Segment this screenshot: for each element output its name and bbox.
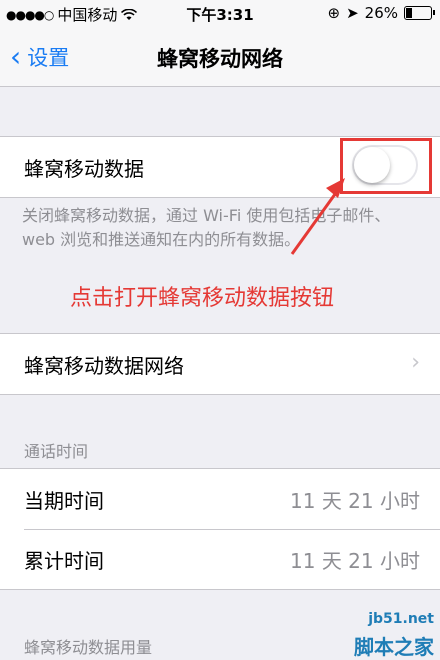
data-usage-header: 蜂窝移动数据用量 [24, 638, 153, 657]
watermark-url: jb51.net [368, 611, 434, 627]
lifetime-label: 累计时间 [24, 549, 104, 573]
current-period-value: 11 天 21 小时 [290, 489, 420, 513]
call-time-group: 当期时间 11 天 21 小时 累计时间 11 天 21 小时 [0, 468, 440, 590]
cellular-network-row[interactable]: 蜂窝移动数据网络 › [0, 334, 440, 394]
watermark-text: 脚本之家 [354, 635, 434, 659]
cellular-network-label: 蜂窝移动数据网络 [24, 354, 184, 378]
current-period-label: 当期时间 [24, 489, 104, 513]
watermark: jb51.net 脚本之家 [320, 607, 440, 659]
call-time-header: 通话时间 [24, 442, 89, 461]
call-time-row-lifetime: 累计时间 11 天 21 小时 [0, 529, 440, 589]
chevron-right-icon: › [411, 350, 420, 375]
lifetime-value: 11 天 21 小时 [290, 549, 420, 573]
cellular-network-group: 蜂窝移动数据网络 › [0, 333, 440, 395]
annotation-text: 点击打开蜂窝移动数据按钮 [70, 286, 335, 311]
call-time-row-current: 当期时间 11 天 21 小时 [0, 469, 440, 529]
